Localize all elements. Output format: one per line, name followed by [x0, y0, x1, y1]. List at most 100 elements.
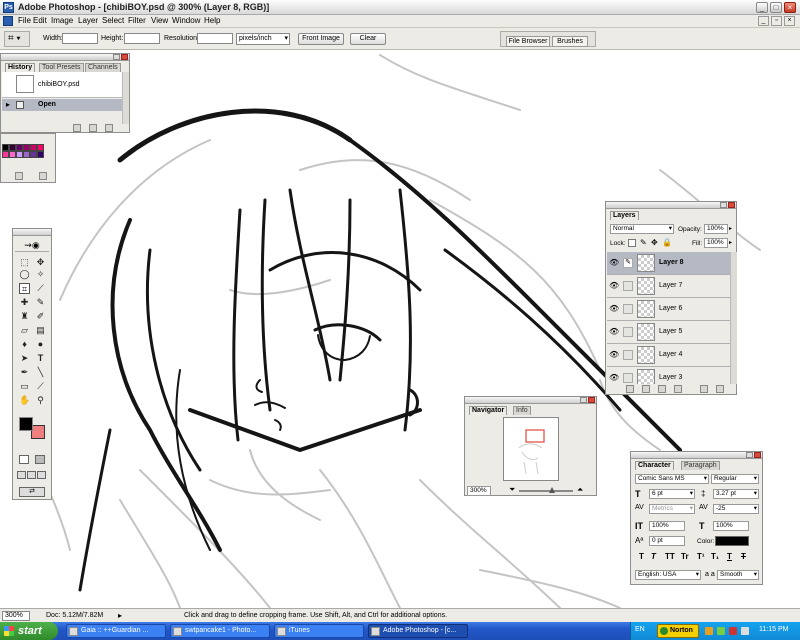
visibility-eye-icon[interactable]: 👁	[609, 327, 619, 337]
layers-minimize-button[interactable]	[720, 202, 727, 208]
antialias-select[interactable]: Smooth ▾	[717, 570, 759, 580]
color-swatch[interactable]	[9, 151, 16, 158]
tab-history[interactable]: History	[5, 63, 36, 72]
layer-style-icon[interactable]	[626, 385, 634, 393]
menu-help[interactable]: Help	[204, 16, 220, 25]
layer-mask-icon[interactable]	[642, 385, 650, 393]
taskbar-item[interactable]: Gaia :: ++Guardian ...	[66, 624, 166, 638]
notes-tool-icon[interactable]: ▭	[19, 381, 30, 392]
blur-tool-icon[interactable]: ♦	[19, 339, 30, 350]
history-scrollbar[interactable]	[122, 72, 129, 124]
speaker-icon[interactable]	[741, 627, 749, 635]
taskbar-item-active[interactable]: Adobe Photoshop - [c...	[368, 624, 468, 638]
character-minimize-button[interactable]	[746, 452, 753, 458]
layer-row[interactable]: 👁 Layer 4	[607, 344, 730, 367]
magic-wand-tool-icon[interactable]: ✧	[35, 269, 46, 280]
resolution-units-select[interactable]: pixels/inch ▾	[236, 33, 290, 45]
clock[interactable]: 11:15 PM	[759, 626, 788, 633]
path-selection-tool-icon[interactable]: ➤	[19, 353, 30, 364]
gradient-tool-icon[interactable]: ▤	[35, 325, 46, 336]
adobe-online-icon[interactable]: ⇝◉	[15, 238, 49, 252]
faux-italic-button[interactable]: T	[651, 552, 656, 561]
status-menu-arrow-icon[interactable]: ▸	[118, 611, 122, 620]
doc-minimize-button[interactable]: _	[758, 16, 769, 26]
color-swatch[interactable]	[23, 144, 30, 151]
foreground-color-swatch[interactable]	[19, 417, 33, 431]
hand-tool-icon[interactable]: ✋	[19, 395, 30, 406]
lock-position-icon[interactable]: ✥	[651, 238, 658, 247]
layer-link-box[interactable]	[623, 281, 633, 291]
lasso-tool-icon[interactable]: ◯	[19, 269, 30, 280]
zoom-tool-icon[interactable]: ⚲	[35, 395, 46, 406]
close-button[interactable]: ×	[784, 2, 796, 13]
tray-app-icon[interactable]	[717, 627, 725, 635]
doc-close-button[interactable]: ×	[784, 16, 795, 26]
tab-channels[interactable]: Channels	[85, 63, 121, 72]
navigator-minimize-button[interactable]	[580, 397, 587, 403]
eyedropper-tool-icon[interactable]: ⟋	[35, 381, 46, 392]
language-select[interactable]: English: USA ▾	[635, 570, 701, 580]
layer-row[interactable]: 👁 Layer 3	[607, 367, 730, 384]
language-indicator[interactable]: EN	[635, 626, 645, 633]
taskbar-item[interactable]: swtpancake1 - Photo...	[170, 624, 270, 638]
character-close-button[interactable]	[754, 452, 761, 458]
layer-link-box[interactable]	[623, 304, 633, 314]
leading-select[interactable]: 3.27 pt ▾	[713, 489, 759, 499]
height-input[interactable]	[124, 33, 160, 44]
visibility-eye-icon[interactable]: 👁	[609, 373, 619, 383]
width-input[interactable]	[62, 33, 98, 44]
well-tab-brushes[interactable]: Brushes	[552, 36, 588, 47]
clear-button[interactable]: Clear	[350, 33, 386, 45]
history-close-button[interactable]	[121, 54, 128, 60]
navigator-zoom-input[interactable]: 300%	[467, 486, 491, 496]
doc-restore-button[interactable]: ▫	[771, 16, 782, 26]
vertical-scale-input[interactable]: 100%	[649, 521, 685, 531]
layer-link-box[interactable]	[623, 350, 633, 360]
type-tool-icon[interactable]: T	[35, 353, 46, 364]
tray-app-icon[interactable]	[729, 627, 737, 635]
new-layer-icon[interactable]	[700, 385, 708, 393]
opacity-slider-arrow-icon[interactable]: ▸	[729, 225, 732, 232]
fill-slider-arrow-icon[interactable]: ▸	[729, 239, 732, 246]
marquee-tool-icon[interactable]: ⬚	[19, 257, 30, 268]
tab-paragraph[interactable]: Paragraph	[681, 461, 720, 470]
navigator-palette-titlebar[interactable]	[465, 397, 596, 404]
font-size-select[interactable]: 6 pt ▾	[649, 489, 695, 499]
navigator-close-button[interactable]	[588, 397, 595, 403]
baseline-shift-input[interactable]: 0 pt	[649, 536, 685, 546]
faux-bold-button[interactable]: T	[639, 552, 644, 561]
history-brush-tool-icon[interactable]: ✐	[35, 311, 46, 322]
fill-input[interactable]: 100%	[704, 238, 728, 248]
layers-palette-titlebar[interactable]	[606, 202, 736, 209]
all-caps-button[interactable]: TT	[665, 552, 675, 561]
layers-scrollbar[interactable]	[730, 252, 737, 384]
color-swatch[interactable]	[37, 151, 44, 158]
strikethrough-button[interactable]: T	[741, 552, 746, 561]
layer-row[interactable]: 👁 Layer 5	[607, 321, 730, 344]
tracking-select[interactable]: -25 ▾	[713, 504, 759, 514]
history-state-row[interactable]: ▸ Open	[2, 99, 122, 111]
layer-link-box[interactable]	[623, 373, 633, 383]
visibility-eye-icon[interactable]: 👁	[609, 304, 619, 314]
menu-filter[interactable]: Filter	[128, 16, 146, 25]
clone-stamp-tool-icon[interactable]: ♜	[19, 311, 30, 322]
lock-all-icon[interactable]: 🔒	[662, 238, 672, 247]
tab-layers[interactable]: Layers	[610, 211, 639, 220]
history-snapshot-row[interactable]: chibiBOY.psd	[2, 72, 122, 98]
visibility-eye-icon[interactable]: 👁	[609, 350, 619, 360]
document-size[interactable]: Doc: 5.12M/7.82M	[46, 612, 103, 619]
color-swatch[interactable]	[30, 151, 37, 158]
lock-transparency-icon[interactable]	[628, 239, 636, 247]
horizontal-scale-input[interactable]: 100%	[713, 521, 749, 531]
delete-layer-trash-icon[interactable]	[716, 385, 724, 393]
crop-tool-icon[interactable]: ⌗	[19, 283, 30, 294]
layer-row[interactable]: 👁 Layer 7	[607, 275, 730, 298]
taskbar-item[interactable]: iTunes	[274, 624, 364, 638]
menu-file[interactable]: File	[18, 16, 31, 25]
trash-icon[interactable]	[105, 124, 113, 132]
character-palette-titlebar[interactable]	[631, 452, 762, 459]
standard-mode-icon[interactable]	[19, 455, 29, 464]
new-document-from-state-icon[interactable]	[73, 124, 81, 132]
history-minimize-button[interactable]	[113, 54, 120, 60]
layer-link-box[interactable]	[623, 327, 633, 337]
